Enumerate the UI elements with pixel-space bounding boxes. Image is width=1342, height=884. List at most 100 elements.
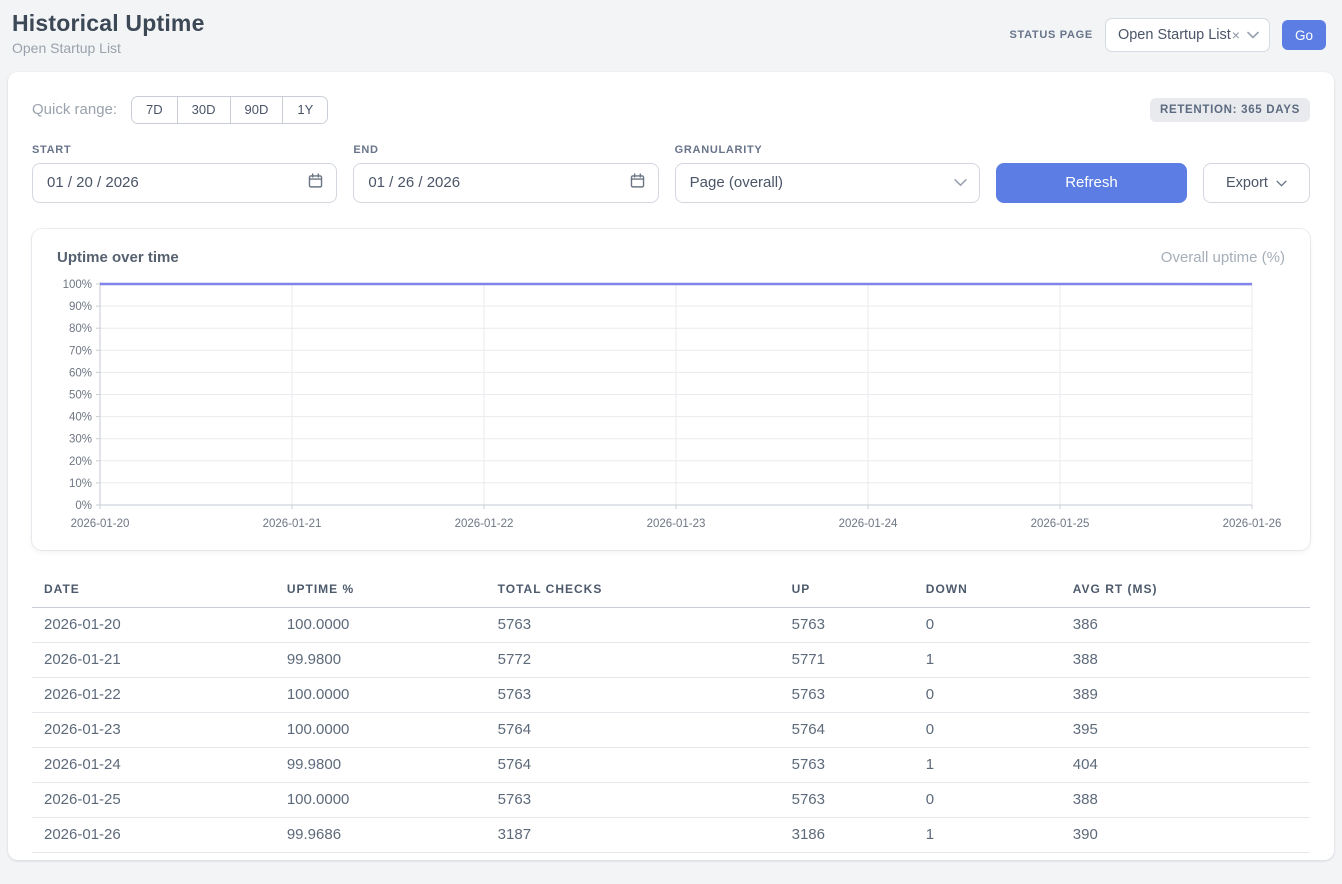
end-date-field-wrap: END 01 / 26 / 2026 xyxy=(353,144,658,203)
table-cell: 2026-01-20 xyxy=(32,607,275,642)
table-cell: 99.9686 xyxy=(275,817,486,852)
calendar-icon[interactable] xyxy=(307,172,324,193)
quick-range-button-7d[interactable]: 7D xyxy=(132,97,177,123)
y-axis-tick-label: 30% xyxy=(69,433,92,445)
table-row: 2026-01-22100.0000576357630389 xyxy=(32,677,1310,712)
x-axis-tick-label: 2026-01-26 xyxy=(1223,518,1282,530)
table-cell: 0 xyxy=(914,677,1061,712)
calendar-icon[interactable] xyxy=(629,172,646,193)
quick-range-button-1y[interactable]: 1Y xyxy=(282,97,327,123)
granularity-label: GRANULARITY xyxy=(675,144,980,156)
quick-range-group: 7D30D90D1Y xyxy=(131,96,328,124)
table-cell: 388 xyxy=(1061,642,1310,677)
end-date-value: 01 / 26 / 2026 xyxy=(368,174,460,191)
table-cell: 2026-01-26 xyxy=(32,817,275,852)
chart-title: Uptime over time xyxy=(57,249,179,266)
table-cell: 100.0000 xyxy=(275,607,486,642)
table-cell: 5763 xyxy=(780,747,914,782)
table-row: 2026-01-2199.9800577257711388 xyxy=(32,642,1310,677)
chart-header: Uptime over time Overall uptime (%) xyxy=(57,249,1285,266)
y-axis-tick-label: 90% xyxy=(69,301,92,313)
end-date-input[interactable]: 01 / 26 / 2026 xyxy=(353,163,658,203)
title-block: Historical Uptime Open Startup List xyxy=(12,10,205,56)
y-axis-tick-label: 50% xyxy=(69,389,92,401)
table-cell: 386 xyxy=(1061,607,1310,642)
chevron-down-icon xyxy=(1276,175,1287,191)
table-cell: 5764 xyxy=(486,747,780,782)
start-date-input[interactable]: 01 / 20 / 2026 xyxy=(32,163,337,203)
column-header: AVG RT (MS) xyxy=(1061,572,1310,608)
column-header: DOWN xyxy=(914,572,1061,608)
table-cell: 5771 xyxy=(780,642,914,677)
table-cell: 3187 xyxy=(486,817,780,852)
main-card: Quick range: 7D30D90D1Y RETENTION: 365 D… xyxy=(8,72,1334,860)
quick-range-wrap: Quick range: 7D30D90D1Y xyxy=(32,96,328,124)
page-title: Historical Uptime xyxy=(12,10,205,37)
table-cell: 5763 xyxy=(780,782,914,817)
x-axis-tick-label: 2026-01-24 xyxy=(839,518,898,530)
table-cell: 395 xyxy=(1061,712,1310,747)
table-cell: 1 xyxy=(914,747,1061,782)
go-button[interactable]: Go xyxy=(1282,20,1326,50)
start-date-value: 01 / 20 / 2026 xyxy=(47,174,139,191)
column-header: UPTIME % xyxy=(275,572,486,608)
retention-badge: RETENTION: 365 DAYS xyxy=(1150,98,1310,122)
chevron-down-icon xyxy=(954,174,967,191)
y-axis-tick-label: 100% xyxy=(63,279,92,291)
table-cell: 5763 xyxy=(780,677,914,712)
granularity-field-wrap: GRANULARITY Page (overall) xyxy=(675,144,980,203)
x-axis-tick-label: 2026-01-25 xyxy=(1031,518,1090,530)
status-page-select[interactable]: Open Startup List × xyxy=(1105,18,1270,52)
quick-range-row: Quick range: 7D30D90D1Y RETENTION: 365 D… xyxy=(32,96,1310,124)
quick-range-label: Quick range: xyxy=(32,101,117,118)
refresh-button[interactable]: Refresh xyxy=(996,163,1187,203)
export-button[interactable]: Export xyxy=(1203,163,1310,203)
table-cell: 100.0000 xyxy=(275,782,486,817)
x-axis-tick-label: 2026-01-22 xyxy=(455,518,514,530)
x-axis-tick-label: 2026-01-20 xyxy=(71,518,130,530)
table-cell: 5763 xyxy=(486,782,780,817)
table-cell: 100.0000 xyxy=(275,677,486,712)
table-cell: 2026-01-22 xyxy=(32,677,275,712)
table-cell: 0 xyxy=(914,782,1061,817)
table-cell: 99.9800 xyxy=(275,642,486,677)
quick-range-button-30d[interactable]: 30D xyxy=(177,97,230,123)
x-axis-tick-label: 2026-01-21 xyxy=(263,518,322,530)
y-axis-tick-label: 0% xyxy=(75,500,92,512)
table-cell: 5764 xyxy=(486,712,780,747)
status-page-select-value: Open Startup List xyxy=(1118,27,1231,43)
y-axis-tick-label: 20% xyxy=(69,455,92,467)
quick-range-button-90d[interactable]: 90D xyxy=(230,97,283,123)
table-cell: 0 xyxy=(914,712,1061,747)
y-axis-tick-label: 80% xyxy=(69,323,92,335)
table-cell: 5764 xyxy=(780,712,914,747)
table-cell: 2026-01-24 xyxy=(32,747,275,782)
table-cell: 404 xyxy=(1061,747,1310,782)
column-header: UP xyxy=(780,572,914,608)
y-axis-tick-label: 10% xyxy=(69,477,92,489)
table-cell: 5763 xyxy=(780,607,914,642)
table-body: 2026-01-20100.00005763576303862026-01-21… xyxy=(32,607,1310,852)
table-cell: 1 xyxy=(914,642,1061,677)
table-row: 2026-01-20100.0000576357630386 xyxy=(32,607,1310,642)
table-row: 2026-01-2699.9686318731861390 xyxy=(32,817,1310,852)
chevron-down-icon xyxy=(1240,26,1259,44)
table-cell: 390 xyxy=(1061,817,1310,852)
chart-card: Uptime over time Overall uptime (%) 0% 10… xyxy=(32,229,1310,550)
end-date-label: END xyxy=(353,144,658,156)
table-head: DATEUPTIME %TOTAL CHECKSUPDOWNAVG RT (MS… xyxy=(32,572,1310,608)
granularity-select[interactable]: Page (overall) xyxy=(675,163,980,203)
table-row: 2026-01-23100.0000576457640395 xyxy=(32,712,1310,747)
granularity-value: Page (overall) xyxy=(690,174,783,191)
uptime-chart: 0%10%20%30%40%50%60%70%80%90%100%2026-01… xyxy=(57,276,1283,534)
start-date-label: START xyxy=(32,144,337,156)
clear-selection-icon[interactable]: × xyxy=(1232,27,1240,43)
status-page-label: STATUS PAGE xyxy=(1009,29,1092,41)
column-header: DATE xyxy=(32,572,275,608)
x-axis-tick-label: 2026-01-23 xyxy=(647,518,706,530)
uptime-table: DATEUPTIME %TOTAL CHECKSUPDOWNAVG RT (MS… xyxy=(32,572,1310,853)
table-cell: 0 xyxy=(914,607,1061,642)
page-subtitle: Open Startup List xyxy=(12,40,205,56)
table-cell: 5763 xyxy=(486,607,780,642)
table-cell: 5763 xyxy=(486,677,780,712)
